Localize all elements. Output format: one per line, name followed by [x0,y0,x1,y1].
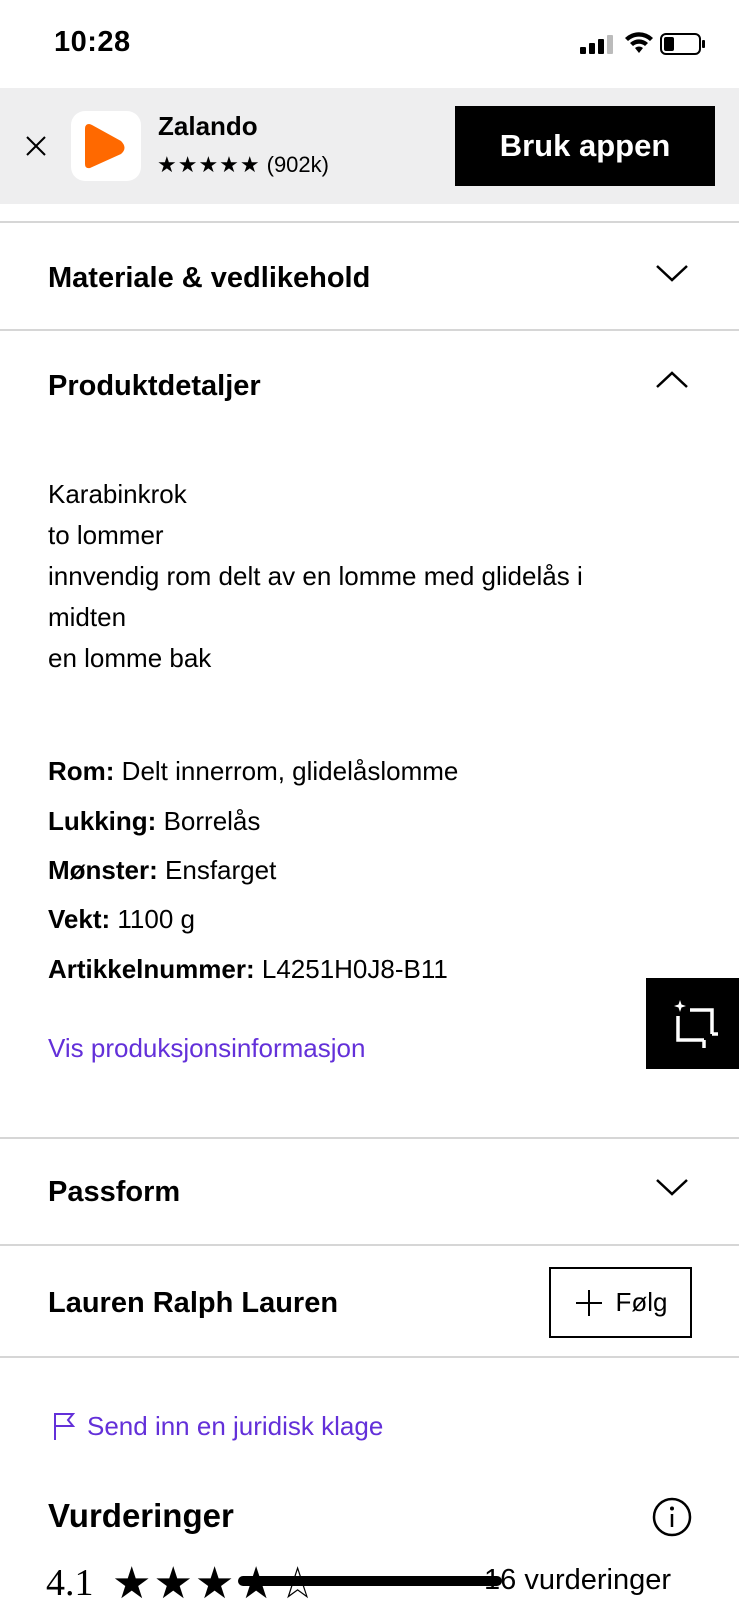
battery-icon [660,33,705,55]
review-count[interactable]: 16 vurderinger [484,1564,671,1597]
app-rating: ★★★★★ (902k) [157,152,329,178]
divider [0,1137,739,1139]
info-icon[interactable] [652,1497,692,1537]
section-fit-title[interactable]: Passform [48,1176,180,1209]
signal-icon [580,35,613,54]
chevron-down-icon[interactable] [654,1175,690,1199]
divider [0,1356,739,1358]
app-name: Zalando [158,111,258,141]
attribute-label: Lukking: [48,806,157,836]
description-line: en lomme bak [48,643,212,673]
attribute-value: Borrelås [163,806,261,836]
production-info-link[interactable]: Vis produksjonsinformasjon [48,1033,365,1064]
brand-name[interactable]: Lauren Ralph Lauren [48,1287,338,1320]
close-icon[interactable] [20,130,52,162]
attribute-row: Mønster: Ensfarget [48,855,276,886]
attribute-row: Artikkelnummer: L4251H0J8-B11 [48,954,448,985]
attribute-value: 1100 g [117,904,195,934]
rating-count: (902k) [266,152,329,177]
attribute-row: Rom: Delt innerrom, glidelåslomme [48,756,458,787]
attribute-label: Rom: [48,756,115,786]
divider [0,1244,739,1246]
average-rating: 4.1 [46,1562,94,1604]
attribute-value: Delt innerrom, glidelåslomme [121,756,459,786]
reviews-title: Vurderinger [48,1497,234,1534]
crop-sparkle-icon [674,1000,718,1048]
chevron-up-icon[interactable] [654,368,690,392]
star-icon: ★ [194,1559,237,1608]
attribute-value: L4251H0J8-B11 [261,954,448,984]
attribute-label: Vekt: [48,904,111,934]
attribute-label: Mønster: [48,855,158,885]
flag-icon[interactable] [52,1411,76,1441]
divider [0,221,739,223]
attribute-row: Vekt: 1100 g [48,904,195,935]
section-details-title[interactable]: Produktdetaljer [48,370,261,403]
follow-button[interactable]: Følg [549,1267,692,1338]
description-line: innvendig rom delt av en lomme med glide… [48,561,583,591]
star-icon: ★ [153,1559,195,1608]
attribute-value: Ensfarget [165,855,277,885]
floating-action-button[interactable] [646,978,739,1069]
star-icon: ★ [112,1559,154,1608]
status-time: 10:28 [54,26,131,58]
description-line: to lommer [48,520,164,550]
use-app-button[interactable]: Bruk appen [455,106,715,186]
plus-icon [575,1289,602,1316]
description-line: Karabinkrok [48,479,187,509]
star-icon: ★★★★★ [157,152,261,177]
attribute-label: Artikkelnummer: [48,954,255,984]
zalando-logo [71,111,141,181]
divider [0,329,739,331]
attribute-row: Lukking: Borrelås [48,806,260,837]
follow-label: Følg [615,1287,668,1317]
home-indicator [238,1576,502,1586]
wifi-icon [625,32,653,53]
legal-complaint-link[interactable]: Send inn en juridisk klage [87,1411,383,1442]
chevron-down-icon[interactable] [654,261,690,285]
section-material-title[interactable]: Materiale & vedlikehold [48,262,370,295]
description-line: midten [48,602,127,632]
